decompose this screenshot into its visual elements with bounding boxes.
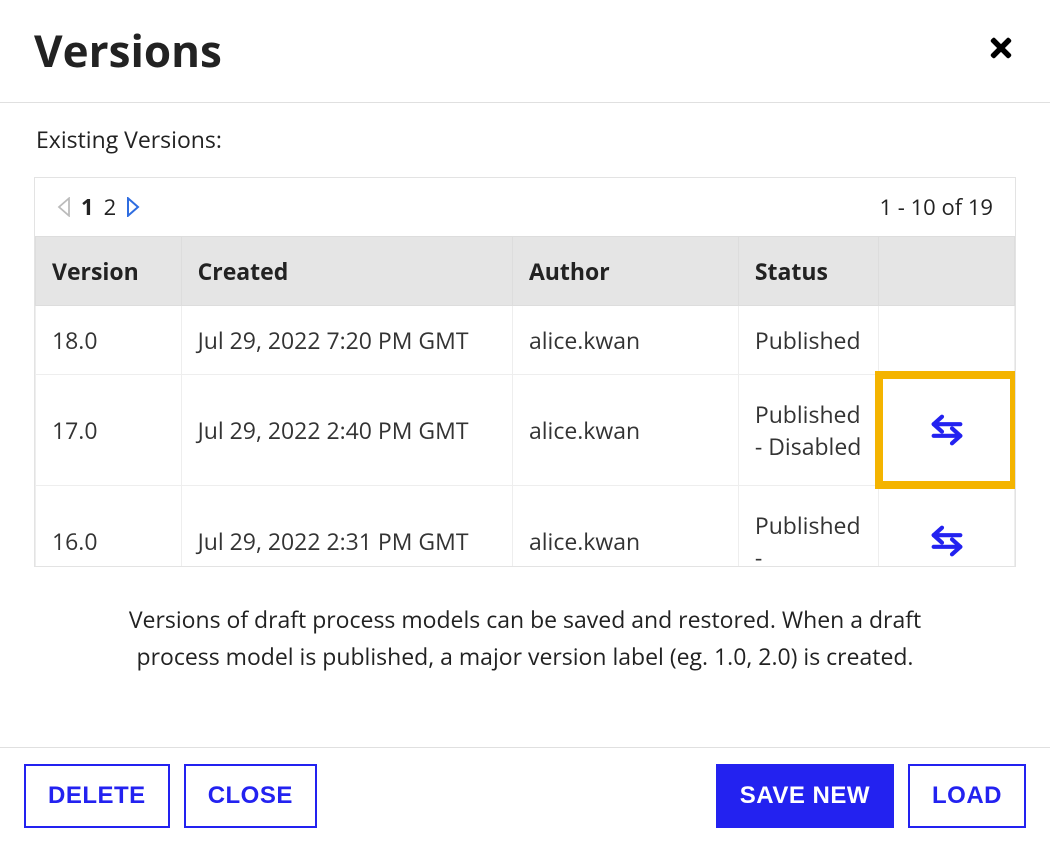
swap-icon[interactable]: [879, 486, 1014, 566]
cell-author: alice.kwan: [512, 375, 738, 486]
pager-range: 1 - 10 of 19: [880, 192, 993, 222]
cell-status: Published: [738, 306, 879, 375]
existing-versions-label: Existing Versions:: [36, 123, 1016, 155]
page-number-1[interactable]: 1: [81, 192, 94, 222]
cell-action: [879, 306, 1015, 375]
close-icon[interactable]: [986, 33, 1016, 67]
cell-action: [879, 486, 1015, 567]
cell-status: Published - Disabled: [738, 375, 879, 486]
table-viewport: Version Created Author Status 18.0Jul 29…: [35, 236, 1015, 566]
next-page-icon[interactable]: [126, 197, 140, 217]
cell-author: alice.kwan: [512, 486, 738, 567]
cell-created: Jul 29, 2022 2:31 PM GMT: [181, 486, 512, 567]
table-row[interactable]: 16.0Jul 29, 2022 2:31 PM GMTalice.kwanPu…: [36, 486, 1015, 567]
pager-controls: 1 2: [57, 192, 140, 222]
cell-version: 16.0: [36, 486, 182, 567]
pager-bar: 1 2 1 - 10 of 19: [35, 178, 1015, 236]
dialog-title: Versions: [34, 20, 222, 80]
save-new-button[interactable]: SAVE NEW: [716, 764, 894, 828]
cell-created: Jul 29, 2022 2:40 PM GMT: [181, 375, 512, 486]
dialog-content: Existing Versions: 1 2 1 - 10 of 19: [0, 103, 1050, 701]
col-header-author: Author: [512, 237, 738, 306]
col-header-status: Status: [738, 237, 879, 306]
swap-icon[interactable]: [879, 375, 1014, 485]
versions-grid: 1 2 1 - 10 of 19 Version Created Author: [34, 177, 1016, 567]
table-row[interactable]: 17.0Jul 29, 2022 2:40 PM GMTalice.kwanPu…: [36, 375, 1015, 486]
dialog-footer: DELETE CLOSE SAVE NEW LOAD: [0, 747, 1050, 844]
hint-text: Versions of draft process models can be …: [34, 567, 1016, 701]
col-header-version: Version: [36, 237, 182, 306]
cell-created: Jul 29, 2022 7:20 PM GMT: [181, 306, 512, 375]
dialog-header: Versions: [0, 0, 1050, 103]
col-header-action: [879, 237, 1015, 306]
versions-table: Version Created Author Status 18.0Jul 29…: [35, 236, 1015, 566]
delete-button[interactable]: DELETE: [24, 764, 170, 828]
cell-action: [879, 375, 1015, 486]
cell-version: 18.0: [36, 306, 182, 375]
close-button[interactable]: CLOSE: [184, 764, 317, 828]
cell-author: alice.kwan: [512, 306, 738, 375]
page-number-2[interactable]: 2: [104, 192, 117, 222]
load-button[interactable]: LOAD: [908, 764, 1026, 828]
table-header-row: Version Created Author Status: [36, 237, 1015, 306]
table-row[interactable]: 18.0Jul 29, 2022 7:20 PM GMTalice.kwanPu…: [36, 306, 1015, 375]
cell-status: Published -: [738, 486, 879, 567]
cell-version: 17.0: [36, 375, 182, 486]
prev-page-icon[interactable]: [57, 197, 71, 217]
col-header-created: Created: [181, 237, 512, 306]
